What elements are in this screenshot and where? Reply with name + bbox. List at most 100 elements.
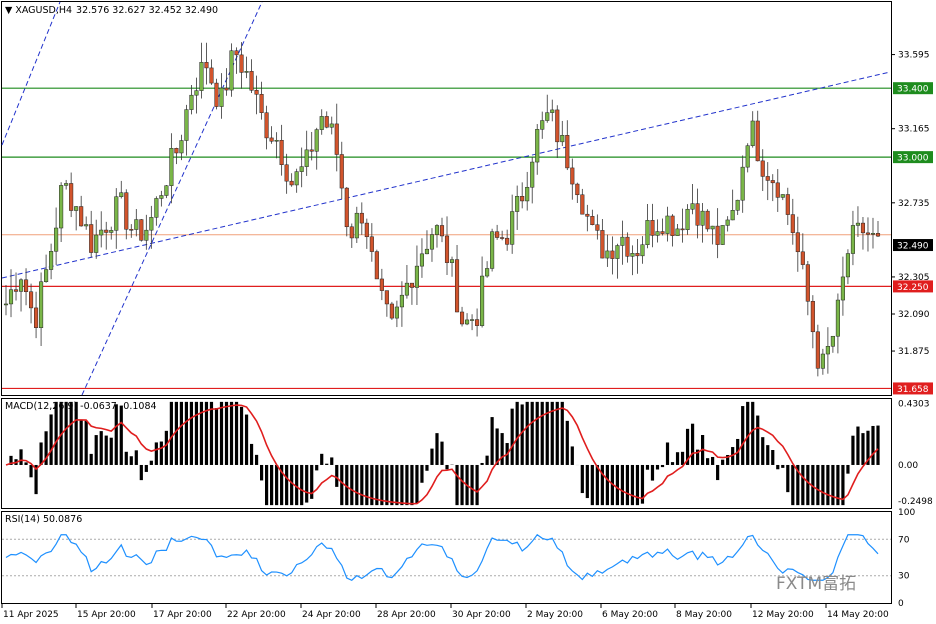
candle-body [44,269,49,282]
candle-body [374,251,379,280]
candle-body [635,253,640,257]
candle-body [54,227,59,252]
candle-body [94,234,99,253]
candle-body [855,222,861,226]
candle-body [384,290,389,305]
rsi-tick-label: 100 [898,508,915,518]
candle-body [565,135,570,169]
level-price-label: 31.658 [897,385,929,395]
candle-body [490,231,495,269]
candle-body [49,251,54,270]
price-pane [1,1,892,396]
candle-body [790,214,795,233]
candle-body [795,232,800,253]
time-tick-label: 8 May 20:00 [676,610,732,620]
candle-body [289,180,294,186]
candle-body [314,129,319,152]
candle-body [74,206,79,211]
candle-body [109,230,114,233]
candle-body [690,203,695,210]
candle-body [129,229,134,231]
candle-body [309,149,314,152]
candle-body [249,71,254,91]
candle-body [354,212,359,239]
candle-body [339,154,344,189]
candle-body [269,137,274,142]
candle-body [259,94,264,113]
ohlc-readout: 32.576 32.627 32.452 32.490 [76,5,218,16]
candle-body [520,196,525,202]
candle-body [800,251,805,265]
candle-body [244,71,249,73]
candle-body [379,278,384,291]
time-tick-label: 24 Apr 20:00 [302,610,361,620]
candle-body [459,311,465,325]
candle-body [169,148,174,186]
macd-tick-label: 0.00 [898,461,918,471]
candle-body [124,192,129,230]
candle-body [805,264,810,302]
candle-body [505,237,510,245]
candle-body [304,149,309,167]
candle-body [675,228,680,236]
candle-body [254,90,259,95]
candle-body [344,187,349,228]
candle-body [685,208,690,230]
candle-body [500,237,505,239]
candle-body [510,211,515,245]
candle-body [424,248,430,255]
candle-body [865,232,871,235]
time-tick-label: 2 May 20:00 [527,610,583,620]
candle-body [575,183,580,196]
candle-body [840,276,845,301]
candle-body [454,259,460,313]
time-tick-label: 14 May 20:00 [827,610,889,620]
candle-body [204,62,209,69]
candle-body [149,217,154,231]
candle-body [765,176,770,181]
candle-body [780,194,785,198]
candle-body [144,229,149,241]
candle-body [399,294,404,308]
level-price-label: 33.400 [897,85,929,95]
candle-body [394,306,399,319]
candle-body [349,226,354,239]
candle-body [785,194,790,215]
candle-body [334,123,339,155]
candle-body [29,291,34,309]
candle-body [364,222,369,238]
candle-body [8,289,14,305]
candle-body [870,233,876,235]
candle-body [585,213,590,217]
time-tick-label: 12 May 20:00 [752,610,814,620]
candle-body [409,282,414,288]
candle-body [820,353,825,369]
candle-body [234,50,239,56]
candle-body [465,319,470,325]
candle-body [229,50,234,91]
candle-body [640,244,645,257]
candle-body [69,183,74,211]
candle-body [99,229,104,236]
candle-body [630,253,635,257]
candle-body [755,120,760,162]
candle-body [179,140,184,154]
candle-body [18,279,24,292]
candle-body [525,186,530,202]
time-tick-label: 11 Apr 2025 [3,610,59,620]
candle-body [580,194,585,215]
time-tick-label: 15 Apr 20:00 [77,610,136,620]
candle-body [264,112,269,139]
watermark-text: FXTM富拓 [776,574,856,594]
candle-body [449,259,455,263]
candle-body [444,235,450,263]
candle-body [645,220,650,245]
price-axis: 33.59533.16532.73532.30532.09031.87533.4… [891,51,933,395]
candle-body [710,225,715,230]
candle-body [830,335,835,347]
candle-body [850,225,855,254]
candle-body [610,250,615,259]
dropdown-triangle-icon[interactable]: ▼ [5,5,15,16]
candle-body [655,231,660,236]
candle-body [725,219,730,226]
